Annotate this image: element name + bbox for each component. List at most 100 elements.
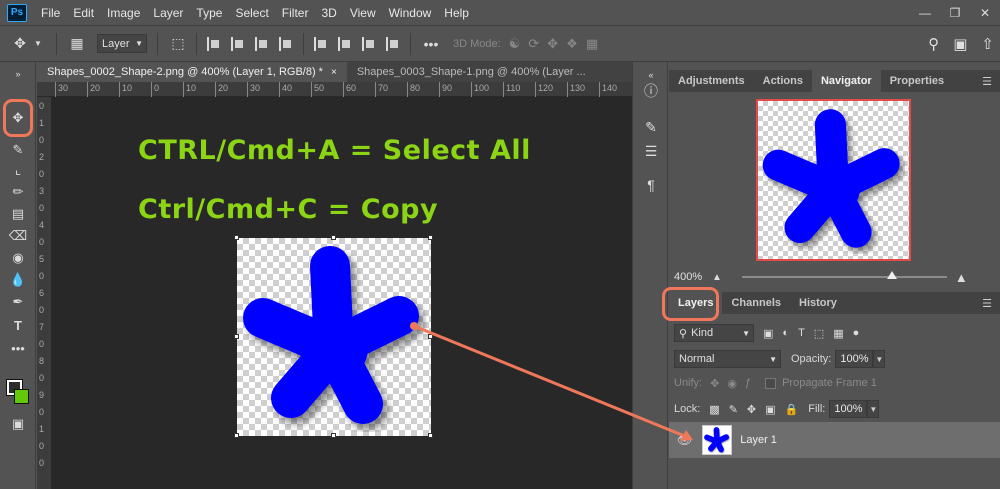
layer-name[interactable]: Layer 1 — [740, 434, 777, 446]
search-icon[interactable]: ⚲ — [928, 35, 939, 53]
panel-menu-icon[interactable]: ☰ — [982, 297, 992, 310]
tab-adjustments[interactable]: Adjustments — [669, 70, 754, 92]
opacity-label: Opacity: — [791, 353, 832, 365]
share-icon[interactable]: ⇧ — [981, 35, 994, 53]
align-top-icon[interactable] — [314, 36, 328, 51]
lock-transparent-icon[interactable]: ▩ — [709, 403, 719, 416]
transform-controls-icon[interactable]: ⬚ — [170, 35, 186, 52]
propagate-frame-checkbox[interactable] — [765, 377, 777, 389]
minimize-icon[interactable]: — — [910, 0, 940, 25]
auto-select-target-dropdown[interactable]: Layer ▼ — [97, 34, 147, 53]
tab-actions[interactable]: Actions — [754, 70, 812, 92]
menu-edit[interactable]: Edit — [73, 6, 94, 20]
menu-view[interactable]: View — [350, 6, 376, 20]
unify-style-icon[interactable]: ƒ — [745, 377, 751, 389]
blur-tool-icon[interactable]: 💧 — [8, 270, 28, 290]
align-middle-icon[interactable] — [338, 36, 352, 51]
lock-position-icon[interactable]: ✥ — [747, 403, 756, 416]
brush-settings-icon[interactable]: ✎ — [642, 118, 660, 136]
close-icon[interactable]: ✕ — [970, 0, 1000, 25]
filter-kind-dropdown[interactable]: ⚲ Kind ▼ — [674, 324, 754, 342]
menu-help[interactable]: Help — [444, 6, 469, 20]
brush-selection-icon[interactable]: ✎ — [8, 140, 28, 160]
background-color-swatch[interactable] — [14, 389, 29, 404]
transform-handle[interactable] — [428, 235, 433, 240]
zoom-out-icon[interactable]: ▲ — [712, 272, 722, 283]
menu-image[interactable]: Image — [107, 6, 140, 20]
paragraph-icon[interactable]: ¶ — [642, 176, 660, 194]
menu-3d[interactable]: 3D — [321, 6, 336, 20]
lock-artboard-icon[interactable]: ▣ — [765, 403, 775, 416]
workspace-icon[interactable]: ▣ — [953, 35, 967, 53]
transform-handle[interactable] — [234, 235, 239, 240]
healing-brush-icon[interactable]: ▤ — [8, 204, 28, 224]
filter-shape-icon[interactable]: ⬚ — [814, 327, 824, 340]
tab-history[interactable]: History — [790, 292, 846, 314]
menu-filter[interactable]: Filter — [282, 6, 309, 20]
align-center-icon[interactable] — [231, 36, 245, 51]
lock-image-icon[interactable]: ✎ — [729, 403, 738, 416]
menu-select[interactable]: Select — [235, 6, 268, 20]
transform-handle[interactable] — [234, 433, 239, 438]
zoom-value[interactable]: 400% — [674, 271, 712, 283]
distribute-vertical-icon[interactable] — [386, 36, 400, 51]
transform-handle[interactable] — [234, 334, 239, 339]
navigator-preview[interactable] — [756, 99, 911, 261]
menu-window[interactable]: Window — [389, 6, 432, 20]
visibility-eye-icon[interactable]: 👁 — [677, 433, 692, 447]
opacity-chevron-icon[interactable]: ▼ — [873, 350, 886, 368]
filter-pixel-icon[interactable]: ▣ — [763, 327, 773, 340]
unify-position-icon[interactable]: ✥ — [710, 377, 719, 390]
pen-tool-icon[interactable]: ✒ — [8, 292, 28, 312]
filter-type-icon[interactable]: T — [798, 327, 805, 339]
menu-layer[interactable]: Layer — [153, 6, 183, 20]
more-options-icon[interactable]: ••• — [423, 36, 439, 52]
zoom-slider-thumb[interactable] — [886, 271, 897, 279]
canvas-area[interactable]: CTRL/Cmd+A = Select All Ctrl/Cmd+C = Cop… — [52, 97, 632, 489]
align-bottom-icon[interactable] — [362, 36, 376, 51]
panel-collapse-icon[interactable]: » — [8, 64, 28, 84]
tab-channels[interactable]: Channels — [722, 292, 790, 314]
transform-handle[interactable] — [428, 334, 433, 339]
document-tab-inactive[interactable]: Shapes_0003_Shape-1.png @ 400% (Layer ..… — [347, 62, 596, 82]
document-image[interactable] — [234, 235, 433, 438]
fill-field[interactable]: 100% — [829, 400, 868, 418]
filter-adjustment-icon[interactable]: ◐ — [782, 327, 789, 339]
transform-handle[interactable] — [331, 235, 336, 240]
menu-file[interactable]: File — [41, 6, 60, 20]
zoom-in-icon[interactable]: ▲ — [955, 270, 968, 285]
crop-tool-icon[interactable]: ⌞ — [8, 160, 28, 180]
opacity-field[interactable]: 100% — [835, 350, 874, 368]
filter-smart-object-icon[interactable]: ▦ — [833, 327, 843, 340]
unify-visibility-icon[interactable]: ◉ — [727, 377, 737, 390]
menu-type[interactable]: Type — [196, 6, 222, 20]
transform-handle[interactable] — [428, 433, 433, 438]
type-tool-icon[interactable]: T — [8, 316, 28, 336]
chevron-down-icon[interactable]: ▼ — [30, 39, 46, 48]
auto-select-icon[interactable]: ▦ — [69, 35, 85, 52]
info-icon[interactable]: ⓘ — [642, 82, 660, 100]
move-tool-preset-icon[interactable]: ✥ — [12, 35, 28, 52]
panel-menu-icon[interactable]: ☰ — [982, 75, 992, 88]
align-right-icon[interactable] — [255, 36, 269, 51]
eyedropper-icon[interactable]: ✏ — [8, 182, 28, 202]
blend-mode-dropdown[interactable]: Normal ▼ — [674, 350, 781, 368]
eraser-icon[interactable]: ⌫ — [8, 226, 28, 246]
adjustment-sliders-icon[interactable]: ☰ — [642, 142, 660, 160]
tab-properties[interactable]: Properties — [881, 70, 953, 92]
more-tools-icon[interactable]: ••• — [8, 339, 28, 359]
filter-toggle-icon[interactable]: ● — [853, 327, 860, 339]
lock-all-icon[interactable]: 🔒 — [785, 403, 799, 416]
close-tab-icon[interactable]: × — [331, 67, 337, 78]
transform-handle[interactable] — [331, 433, 336, 438]
layer-row[interactable]: 👁 Layer 1 — [669, 422, 1000, 458]
distribute-icon[interactable] — [279, 36, 293, 51]
document-tab-active[interactable]: Shapes_0002_Shape-2.png @ 400% (Layer 1,… — [37, 62, 347, 82]
zoom-slider[interactable] — [741, 271, 947, 279]
align-left-icon[interactable] — [207, 36, 221, 51]
tab-navigator[interactable]: Navigator — [811, 70, 881, 92]
quick-mask-icon[interactable]: ▣ — [8, 414, 28, 434]
restore-icon[interactable]: ❐ — [940, 0, 970, 25]
paint-bucket-icon[interactable]: ◉ — [8, 248, 28, 268]
fill-chevron-icon[interactable]: ▼ — [867, 400, 880, 418]
